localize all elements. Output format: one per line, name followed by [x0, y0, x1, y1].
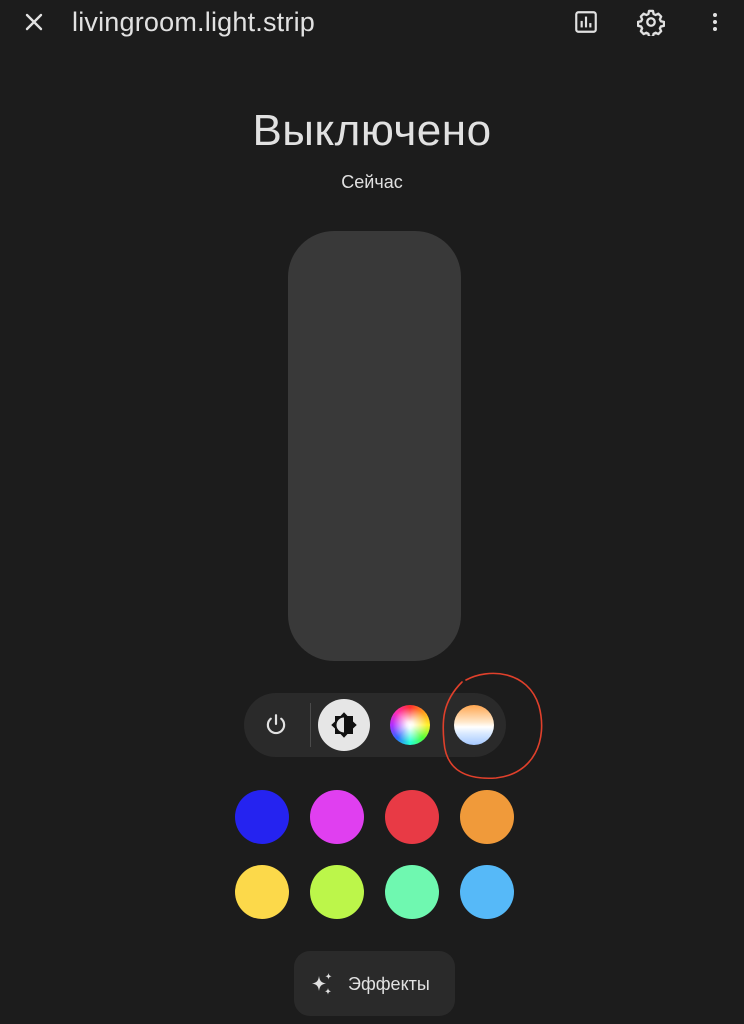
state-label: Выключено	[252, 106, 492, 155]
close-icon	[25, 13, 43, 31]
color-mode-button[interactable]	[384, 699, 436, 751]
brightness-slider[interactable]	[288, 231, 461, 661]
color-temperature-mode-button[interactable]	[448, 699, 500, 751]
favorite-color-button[interactable]	[385, 865, 439, 919]
mode-selector	[244, 693, 506, 757]
settings-button[interactable]	[631, 4, 671, 40]
effects-label: Эффекты	[348, 974, 430, 994]
power-icon	[266, 714, 286, 735]
brightness-mode-button[interactable]	[318, 699, 370, 751]
favorite-color-button[interactable]	[235, 790, 289, 844]
dialog-header: livingroom.light.strip	[0, 0, 744, 44]
effects-button[interactable]: Эффекты	[294, 951, 455, 1016]
sparkles-icon	[312, 973, 332, 995]
favorite-color-button[interactable]	[460, 865, 514, 919]
favorite-color-button[interactable]	[385, 790, 439, 844]
favorite-color-button[interactable]	[310, 790, 364, 844]
more-vertical-icon	[713, 13, 717, 31]
brightness-icon	[331, 712, 357, 738]
history-button[interactable]	[566, 4, 606, 40]
close-button[interactable]	[14, 4, 54, 40]
more-options-button[interactable]	[695, 4, 735, 40]
power-toggle-button[interactable]	[250, 699, 302, 751]
favorite-color-button[interactable]	[310, 865, 364, 919]
gear-icon	[637, 9, 665, 36]
color-temperature-icon	[454, 705, 494, 745]
dialog-title: livingroom.light.strip	[72, 7, 315, 37]
favorite-color-button[interactable]	[460, 790, 514, 844]
color-wheel-icon	[390, 705, 430, 745]
favorite-color-button[interactable]	[235, 865, 289, 919]
last-changed-label: Сейчас	[341, 172, 403, 192]
chart-bar-icon	[575, 11, 597, 33]
mode-divider	[310, 703, 311, 747]
